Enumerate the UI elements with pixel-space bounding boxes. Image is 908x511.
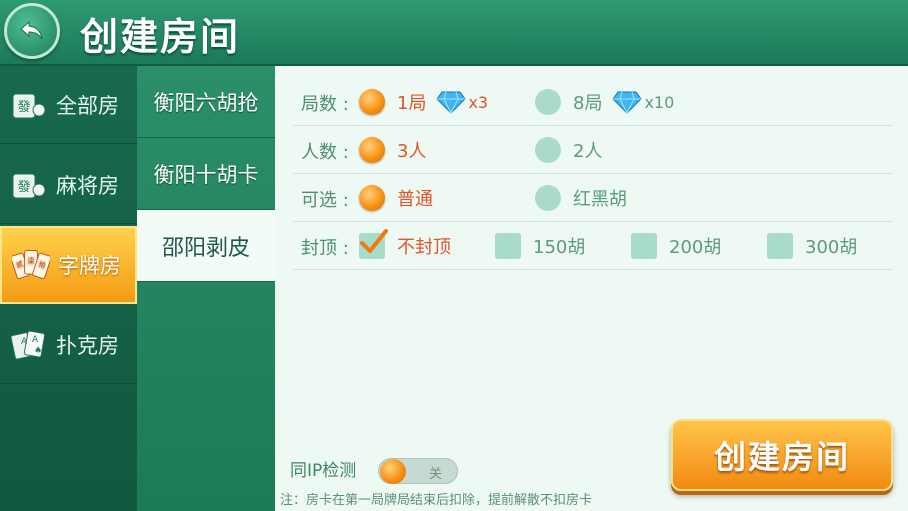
zipai-cards-icon: 贰 柒 拾 [12,246,50,284]
radio-unselected[interactable] [535,137,561,163]
category-all-rooms[interactable]: 發 全部房 [0,66,137,144]
cap-option-none[interactable]: 不封顶 [359,229,451,260]
option-text: 红黑胡 [573,189,627,210]
option-text: 150胡 [533,237,586,258]
game-item-hengyang-shihuka[interactable]: 衡阳十胡卡 [137,138,275,210]
option-text: 300胡 [805,237,858,258]
toggle-knob[interactable] [380,459,406,484]
checkbox-unchecked[interactable] [495,233,521,259]
category-label: 全部房 [56,93,119,118]
category-label: 麻将房 [56,173,119,198]
option-label: 可选 : [301,190,349,211]
game-item-hengyang-liuhuqiang[interactable]: 衡阳六胡抢 [137,66,275,138]
poker-cards-icon: A A ♠ [10,326,48,364]
radio-selected[interactable] [359,89,385,115]
checkbox-unchecked[interactable] [767,233,793,259]
option-label: 人数 : [301,142,349,163]
checkbox-unchecked[interactable] [631,233,657,259]
option-text: 8局 [573,93,603,114]
toggle-state-text: 关 [429,467,443,482]
category-sidebar: 發 全部房 發 麻将房 贰 柒 拾 字牌房 A A ♠ 扑克房 [0,66,137,511]
option-label: 局数 : [301,94,349,115]
rounds-option-8[interactable]: 8局 x10 [535,88,674,116]
diamond-icon [436,91,467,114]
create-room-label: 创建房间 [713,438,850,476]
category-mahjong-rooms[interactable]: 發 麻将房 [0,146,137,224]
room-card-cost: x3 [468,92,489,112]
mahjong-tile-icon: 發 [10,86,48,124]
svg-text:A: A [21,337,28,347]
radio-selected[interactable] [359,137,385,163]
option-label: 封顶 : [301,238,349,259]
game-label: 衡阳六胡抢 [153,90,259,115]
cap-option-150[interactable]: 150胡 [495,232,585,260]
category-label: 字牌房 [58,254,121,278]
back-button[interactable] [4,3,60,59]
room-card-note: 注：房卡在第一局牌局结束后扣除，提前解散不扣房卡 [280,493,593,508]
option-text: 3人 [397,141,427,162]
svg-text:A: A [32,335,39,345]
checkbox-checked[interactable] [359,229,388,259]
diamond-icon [612,91,643,114]
svg-text:發: 發 [17,100,30,115]
players-option-2[interactable]: 2人 [535,136,602,164]
option-text: 不封顶 [397,237,451,258]
radio-unselected[interactable] [535,89,561,115]
option-text: 普通 [397,189,433,210]
option-text: 2人 [573,141,603,162]
option-row-cap: 封顶 : 不封顶 150胡 200胡 300胡 [293,222,893,270]
svg-text:柒: 柒 [27,256,34,265]
mahjong-tile-icon: 發 [10,166,48,204]
svg-text:發: 發 [17,180,30,195]
optional-hongheihu[interactable]: 红黑胡 [535,184,627,212]
back-arrow-icon [20,20,43,40]
option-row-players: 人数 : 3人 2人 [293,126,893,174]
option-row-optional: 可选 : 普通 红黑胡 [293,174,893,222]
ip-check-toggle[interactable]: 关 [378,458,458,484]
radio-selected[interactable] [359,185,385,211]
room-card-cost: x10 [644,92,675,112]
option-text: 1局 [397,93,427,114]
game-label: 邵阳剥皮 [161,235,250,261]
checkmark-icon [360,229,388,253]
optional-normal[interactable]: 普通 [359,184,433,212]
players-option-3[interactable]: 3人 [359,136,426,164]
category-label: 扑克房 [56,333,119,358]
cap-option-200[interactable]: 200胡 [631,232,721,260]
radio-unselected[interactable] [535,185,561,211]
category-poker-rooms[interactable]: A A ♠ 扑克房 [0,306,137,384]
game-label: 衡阳十胡卡 [153,162,259,187]
header-bar: 创建房间 [0,0,908,66]
category-zipai-rooms[interactable]: 贰 柒 拾 字牌房 [0,226,137,304]
cap-option-300[interactable]: 300胡 [767,232,857,260]
option-row-rounds: 局数 : 1局 x3 8局 x10 [293,78,893,126]
create-room-button[interactable]: 创建房间 [671,419,893,491]
rounds-option-1[interactable]: 1局 x3 [359,88,488,116]
ip-check-label: 同IP检测 [290,461,357,481]
page-title: 创建房间 [80,15,241,59]
option-text: 200胡 [669,237,722,258]
svg-text:♠: ♠ [34,346,42,356]
game-item-shaoyang-bopi[interactable]: 邵阳剥皮 [137,210,275,282]
game-list: 衡阳六胡抢 衡阳十胡卡 邵阳剥皮 [137,66,275,511]
